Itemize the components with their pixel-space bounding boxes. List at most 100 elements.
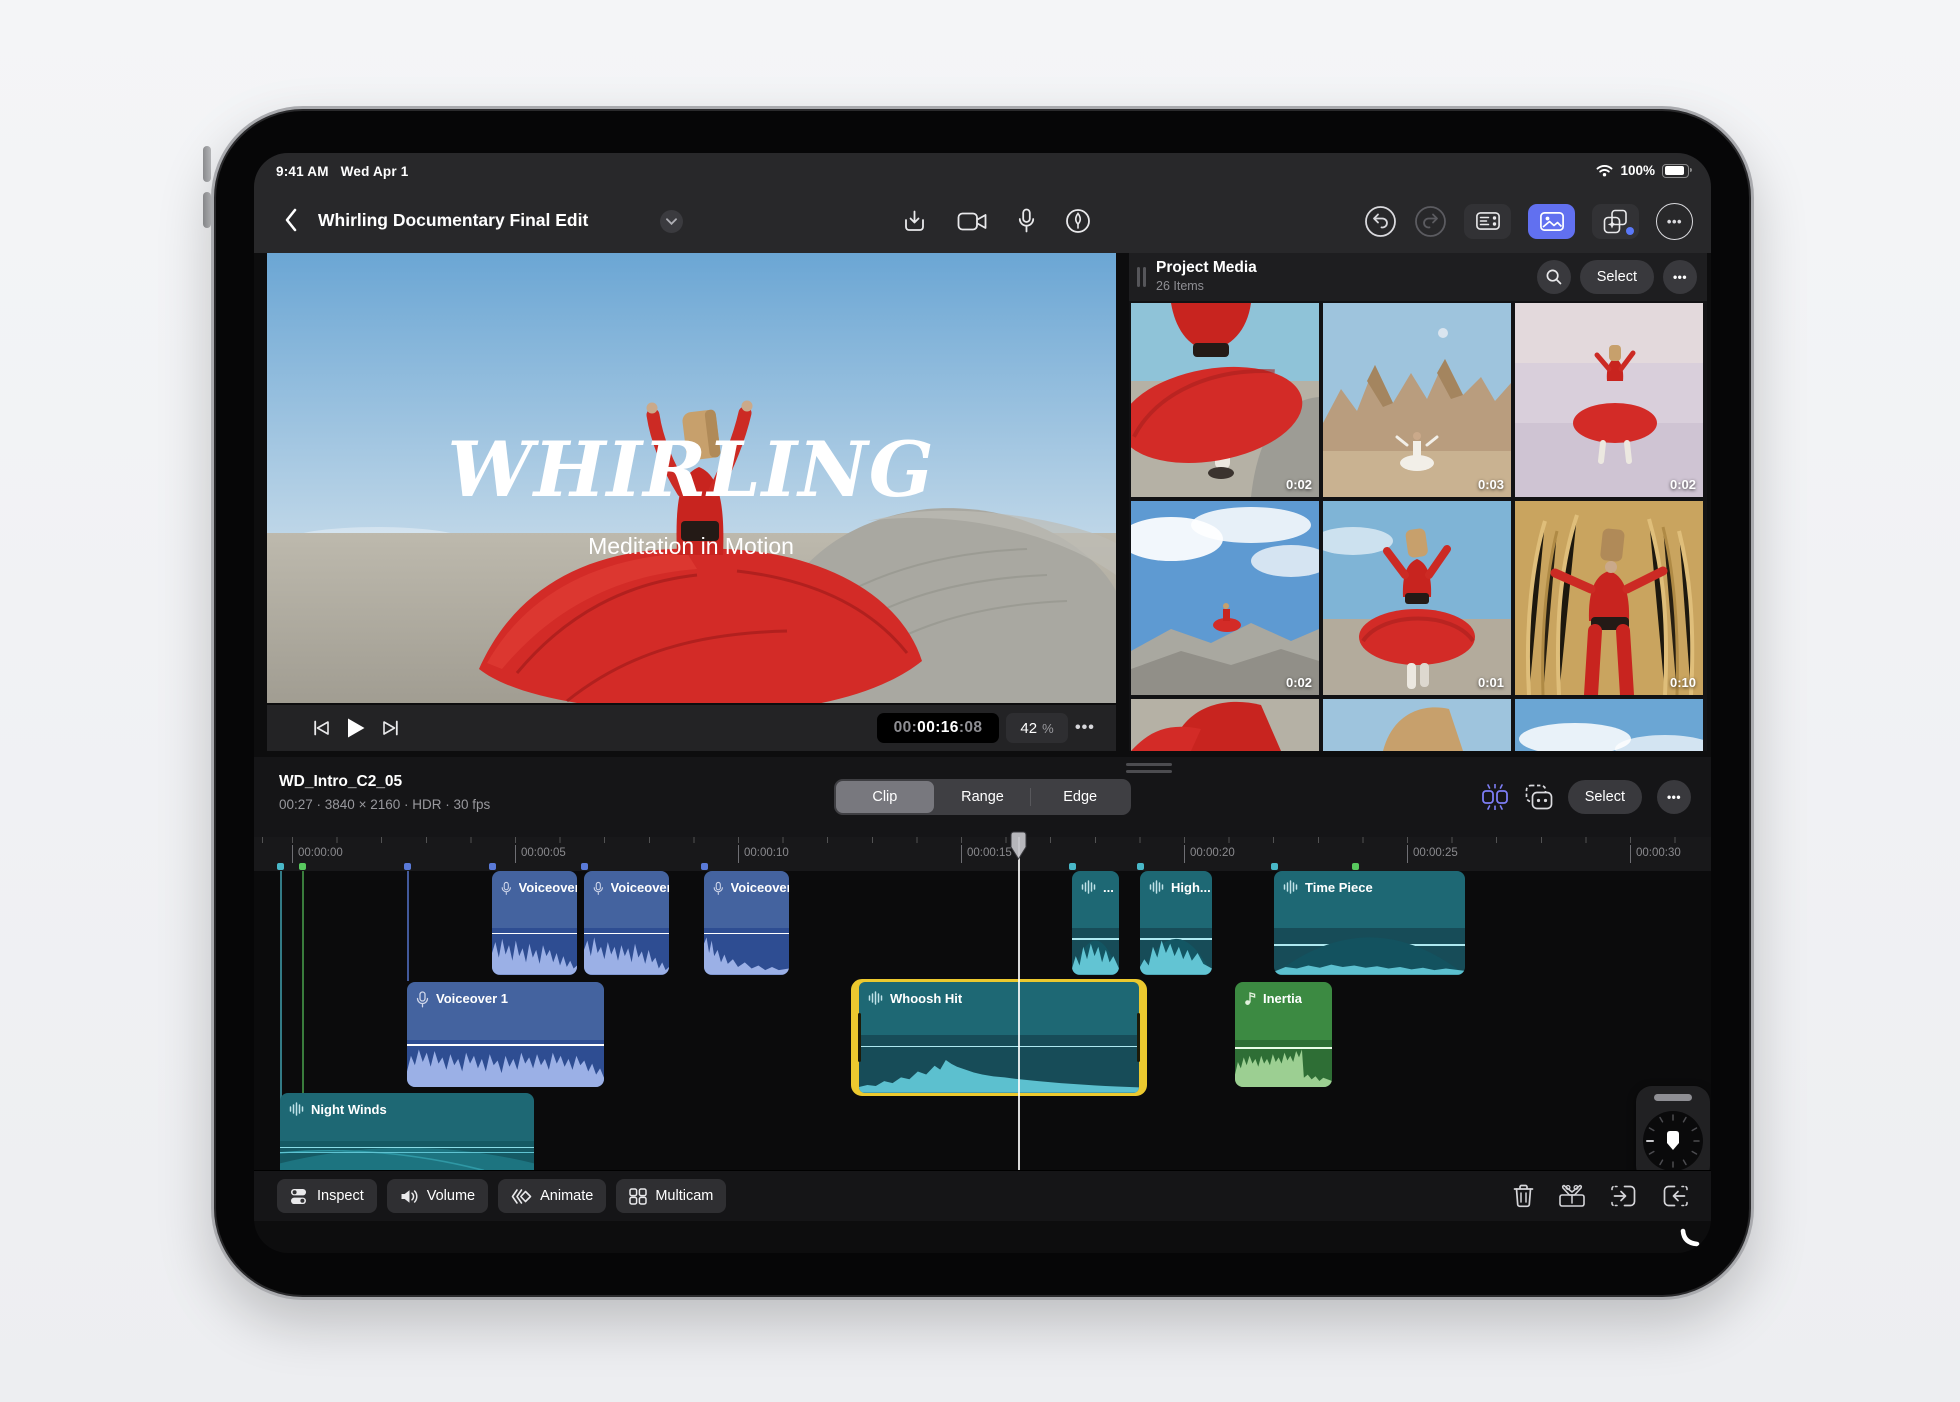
clip-connection-marker	[1352, 863, 1359, 870]
mic-icon	[593, 881, 603, 895]
jog-drag-handle[interactable]	[1654, 1094, 1692, 1101]
clip-label: Voiceover 2	[518, 880, 577, 895]
trash-icon[interactable]	[1513, 1184, 1534, 1208]
media-thumbnail[interactable]	[1131, 699, 1319, 751]
project-title-dropdown[interactable]	[660, 210, 683, 233]
skip-forward-icon[interactable]	[382, 720, 399, 736]
playhead-line[interactable]	[1018, 837, 1020, 1170]
clip-connection-marker	[277, 863, 284, 870]
button-label: Volume	[426, 1188, 476, 1204]
media-thumbnail[interactable]: 0:02	[1515, 303, 1703, 497]
record-video-icon[interactable]	[957, 210, 988, 233]
timeline-clip-voiceover-2b[interactable]: Voiceover 2	[584, 871, 669, 975]
wifi-icon	[1597, 164, 1613, 177]
button-label: Inspect	[317, 1188, 364, 1204]
pencil-draw-icon[interactable]	[1065, 208, 1091, 234]
timeline-select-button[interactable]: Select	[1567, 780, 1642, 814]
blade-cut-icon[interactable]	[1559, 1184, 1585, 1208]
clip-connection-marker	[1137, 863, 1144, 870]
timeline-more-button[interactable]: •••	[1657, 780, 1691, 814]
status-time: 9:41 AM	[276, 164, 329, 179]
more-options-button[interactable]: •••	[1656, 202, 1693, 240]
timeline-clip-voiceover-2[interactable]: Voiceover 2	[492, 871, 577, 975]
media-thumbnail[interactable]: 0:03	[1323, 303, 1511, 497]
media-search-button[interactable]	[1536, 260, 1571, 294]
jog-wheel-panel[interactable]	[1636, 1086, 1710, 1182]
timecode-hours: 00:	[893, 719, 918, 736]
clip-connection-marker	[701, 863, 708, 870]
inspector-button[interactable]	[1464, 203, 1511, 239]
timeline-clip-sfx-high[interactable]: High...	[1140, 871, 1212, 975]
media-thumbnail[interactable]: 0:10	[1515, 501, 1703, 695]
clip-label: Voiceover 1	[436, 991, 509, 1006]
timecode-display[interactable]: 00: 00:16:08	[877, 713, 999, 743]
timeline-clip-whoosh-hit[interactable]: Whoosh Hit	[859, 982, 1139, 1093]
jog-dial[interactable]	[1640, 1108, 1706, 1174]
skip-back-icon[interactable]	[313, 720, 330, 736]
volume-button[interactable]: Volume	[386, 1179, 489, 1213]
media-thumbnail[interactable]: 0:02	[1131, 303, 1319, 497]
video-viewer[interactable]: WHIRLING Meditation in Motion	[267, 253, 1116, 703]
viewer-overlay-title: WHIRLING	[447, 425, 934, 514]
undo-icon[interactable]	[1364, 205, 1397, 238]
timeline-ruler[interactable]: 00:00:00 00:00:05 00:00:10 00:00:15 00:0…	[254, 837, 1711, 871]
inspect-button[interactable]: Inspect	[277, 1179, 377, 1213]
overwrite-paste-icon[interactable]	[1525, 784, 1553, 810]
thumb-art	[1323, 303, 1511, 497]
back-button[interactable]	[284, 205, 312, 235]
status-indicators: 100%	[1596, 163, 1692, 178]
timeline-clip-time-piece[interactable]: Time Piece	[1274, 871, 1465, 975]
media-thumbnail[interactable]: 0:02	[1131, 501, 1319, 695]
mode-tab-clip[interactable]: Clip	[836, 781, 934, 813]
browser-media-button[interactable]	[1528, 203, 1575, 239]
timeline-clip-voiceover-1[interactable]: Voiceover 1	[407, 982, 604, 1087]
capture-tools	[902, 203, 1091, 239]
waveform-icon	[1081, 880, 1096, 894]
insert-icon[interactable]	[1662, 1184, 1689, 1208]
more-glyph: •••	[1666, 790, 1682, 804]
trim-handle-right[interactable]	[1137, 1013, 1140, 1062]
effects-button[interactable]	[1592, 203, 1639, 239]
timeline-clip-whoosh-hit-selected[interactable]: Whoosh Hit	[851, 979, 1147, 1096]
desktop-background: { "status_bar": { "time": "9:41 AM", "da…	[0, 0, 1960, 1402]
magnetic-snapping-icon[interactable]	[1480, 784, 1510, 810]
import-icon[interactable]	[902, 209, 927, 234]
media-thumbnail[interactable]	[1323, 699, 1511, 751]
media-select-button[interactable]: Select	[1579, 260, 1654, 294]
select-label: Select	[1584, 789, 1625, 805]
timeline-clip-sfx-short[interactable]: ...	[1072, 871, 1119, 975]
multicam-button[interactable]: Multicam	[616, 1179, 727, 1213]
trim-handle-left[interactable]	[858, 1013, 861, 1062]
clip-label: High...	[1171, 880, 1211, 895]
redo-icon[interactable]	[1414, 205, 1447, 238]
mode-tab-edge[interactable]: Edge	[1031, 781, 1129, 813]
play-icon[interactable]	[346, 717, 366, 739]
effects-star-icon	[1603, 209, 1627, 233]
timecode-frames: :08	[958, 719, 983, 736]
battery-icon	[1662, 163, 1692, 178]
media-thumbnail[interactable]	[1515, 699, 1703, 751]
timeline-clip-voiceover-3[interactable]: Voiceover 3	[704, 871, 789, 975]
edit-action-icons	[1513, 1179, 1689, 1213]
project-title[interactable]: Whirling Documentary Final Edit	[318, 210, 588, 231]
viewer-zoom-control[interactable]: 42%	[1006, 713, 1068, 743]
timeline-resize-handle[interactable]	[1126, 763, 1172, 773]
timeline-clip-night-winds[interactable]: Night Winds	[280, 1093, 534, 1170]
record-audio-icon[interactable]	[1018, 208, 1035, 234]
media-more-button[interactable]: •••	[1663, 260, 1697, 294]
clip-label: ...	[1103, 880, 1114, 895]
overwrite-icon[interactable]	[1610, 1184, 1637, 1208]
mode-tab-range[interactable]: Range	[934, 781, 1032, 813]
clip-label: Voiceover 3	[730, 880, 789, 895]
media-thumbnail[interactable]: 0:01	[1323, 501, 1511, 695]
playback-more-button[interactable]: •••	[1075, 713, 1095, 743]
volume-up-button	[203, 146, 211, 182]
clip-connection-marker	[1271, 863, 1278, 870]
animate-button[interactable]: Animate	[498, 1179, 607, 1213]
playhead-handle[interactable]	[1010, 831, 1027, 861]
timeline-clip-inertia[interactable]: Inertia	[1235, 982, 1332, 1087]
waveform-icon	[868, 991, 883, 1005]
thumb-duration: 0:02	[1285, 477, 1312, 492]
button-label: Animate	[540, 1188, 594, 1204]
panel-drag-handle[interactable]	[1137, 267, 1146, 287]
